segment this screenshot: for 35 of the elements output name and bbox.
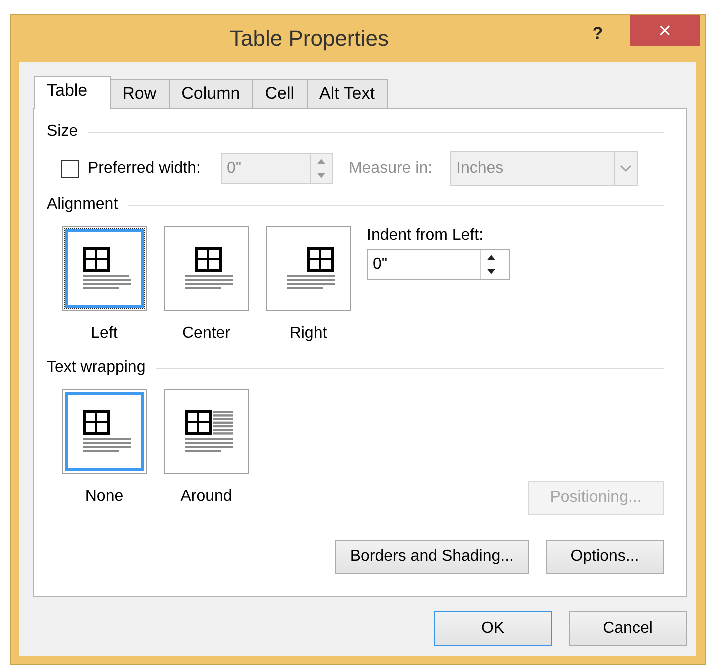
indent-field[interactable]: 0" (367, 249, 510, 280)
borders-shading-button[interactable]: Borders and Shading... (335, 540, 529, 574)
help-button[interactable]: ? (584, 24, 612, 44)
field-label: Indent from Left: (367, 227, 485, 245)
layout-option[interactable] (266, 226, 351, 311)
table-text-icon (82, 410, 130, 452)
table-text-icon (184, 246, 232, 289)
checkbox[interactable] (61, 160, 79, 178)
window-title: Table Properties (229, 26, 390, 52)
layout-option[interactable] (164, 389, 249, 474)
option-label: Left (91, 325, 118, 343)
tab[interactable]: Cell (252, 79, 308, 108)
option-label: Center (182, 325, 231, 343)
table-text-icon (82, 246, 130, 289)
close-button[interactable]: × (630, 15, 700, 46)
tab[interactable]: Alt Text (306, 79, 388, 108)
option-label: Right (290, 325, 328, 343)
option-label: Around (180, 488, 232, 506)
table-text-icon (286, 246, 334, 289)
layout-option[interactable] (164, 226, 249, 311)
wrap-around-icon (184, 410, 232, 452)
checkbox-label: Preferred width: (88, 160, 201, 178)
ok-button[interactable]: OK (434, 611, 552, 646)
tab[interactable]: Column (168, 79, 254, 108)
option-label: None (85, 488, 124, 506)
layout-option[interactable] (62, 389, 147, 474)
section-heading: Alignment (47, 196, 118, 214)
section-heading: Text wrapping (47, 359, 146, 377)
cancel-button[interactable]: Cancel (569, 611, 687, 646)
options-button[interactable]: Options... (546, 540, 664, 574)
tab[interactable]: Row (110, 79, 170, 108)
tab[interactable]: Table (34, 76, 111, 109)
section-heading: Size (47, 123, 78, 141)
field-label: Measure in: (348, 160, 433, 178)
layout-option[interactable] (62, 226, 147, 311)
